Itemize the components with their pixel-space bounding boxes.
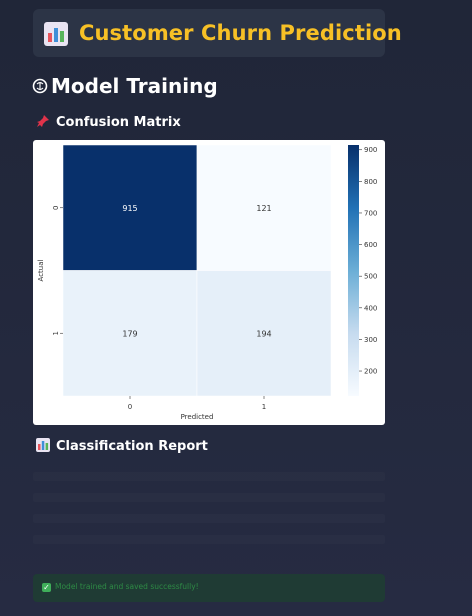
section-title-text: Model Training — [51, 74, 218, 98]
colorbar-tick-label: 700 — [364, 209, 377, 217]
success-message: Model trained and saved successfully! — [55, 582, 199, 591]
report-line — [33, 472, 385, 481]
colorbar-tick-label: 900 — [364, 146, 377, 154]
colorbar-tick-label: 200 — [364, 368, 377, 376]
colorbar-tick-label: 500 — [364, 273, 377, 281]
x-axis-label: Predicted — [181, 413, 214, 421]
colorbar-tick-label: 300 — [364, 336, 377, 344]
cell-value-label: 121 — [256, 204, 271, 213]
y-tick-label: 1 — [52, 331, 60, 335]
x-tick-label: 1 — [262, 403, 266, 411]
classification-report-title-text: Classification Report — [56, 439, 208, 454]
app-title: Customer Churn Prediction — [79, 21, 402, 45]
header-card: Customer Churn Prediction — [33, 9, 402, 57]
report-line — [33, 535, 385, 544]
classification-report-area — [33, 460, 385, 560]
cell-value-label: 194 — [256, 329, 271, 338]
report-line — [33, 493, 385, 502]
colorbar-tick-label: 600 — [364, 241, 377, 249]
bar-chart-icon — [36, 438, 50, 452]
success-alert: ✓ Model trained and saved successfully! — [33, 574, 385, 602]
colorbar-tick-label: 800 — [364, 178, 377, 186]
cell-value-label: 915 — [122, 204, 137, 213]
classification-report-title: Classification Report — [36, 438, 208, 454]
pushpin-icon — [37, 115, 49, 127]
confusion-matrix-chart: 915 121 179 194 0 1 0 1 Predicted Actual 200 300 40… — [33, 140, 385, 425]
section-title: Model Training — [32, 74, 218, 98]
check-icon: ✓ — [42, 583, 51, 592]
cell-value-label: 179 — [122, 329, 137, 338]
bar-chart-icon — [44, 22, 68, 46]
brain-icon — [32, 78, 48, 94]
colorbar-tick-label: 400 — [364, 304, 377, 312]
y-axis-label: Actual — [37, 259, 45, 281]
report-line — [33, 514, 385, 523]
y-tick-label: 0 — [52, 206, 60, 210]
heatmap-svg: 915 121 179 194 0 1 0 1 Predicted Actual 200 300 40… — [37, 144, 377, 421]
x-tick-label: 0 — [128, 403, 132, 411]
confusion-matrix-title-text: Confusion Matrix — [56, 115, 181, 130]
confusion-matrix-title: Confusion Matrix — [36, 114, 181, 130]
colorbar — [348, 145, 359, 396]
